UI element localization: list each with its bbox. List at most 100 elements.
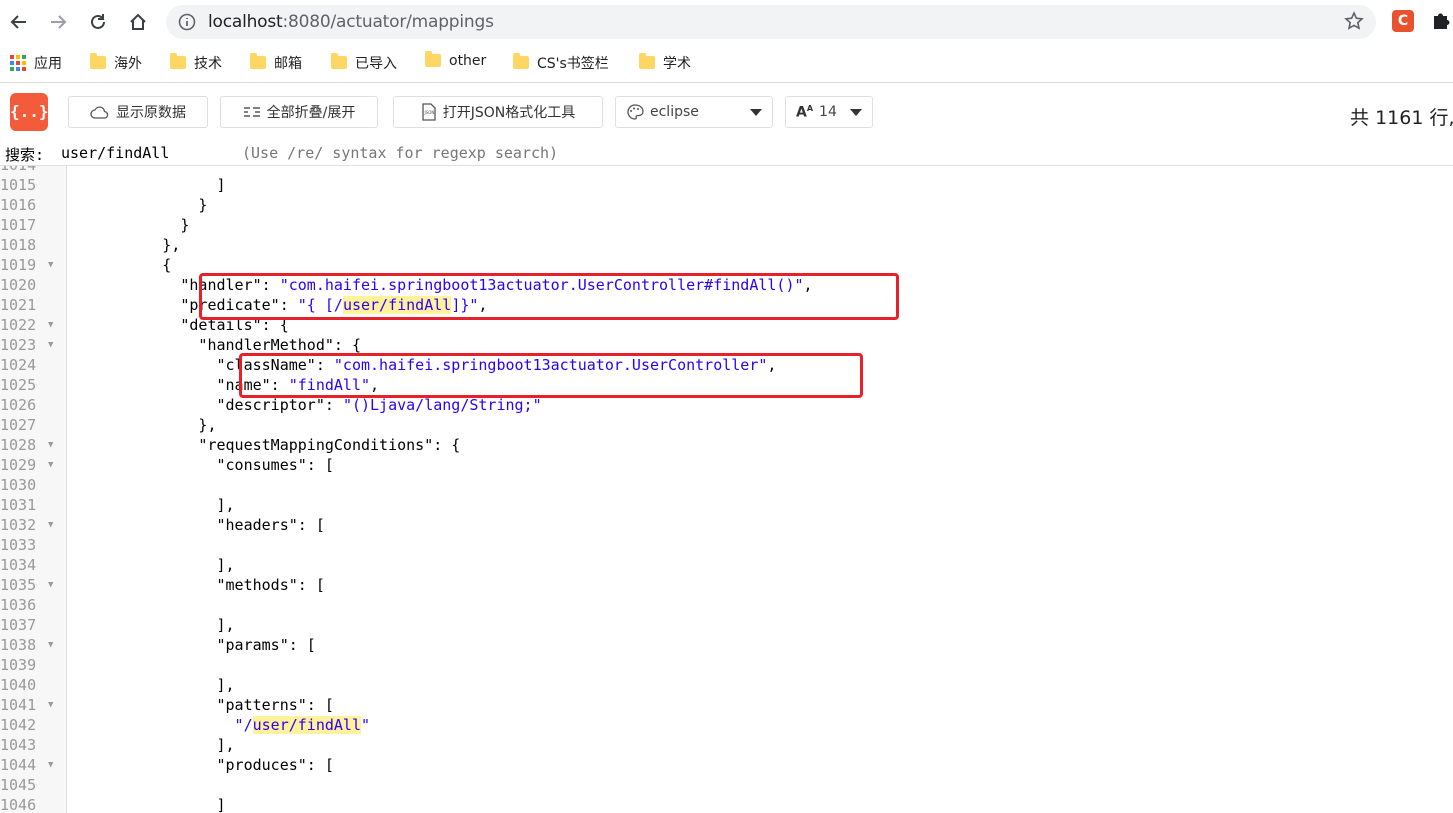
- fold-toggle-icon[interactable]: ▼: [48, 695, 53, 715]
- line-number: 1031: [0, 496, 37, 514]
- code-text: ],: [72, 495, 234, 515]
- code-line: 1033: [0, 535, 1453, 555]
- extensions-puzzle-icon[interactable]: [1430, 10, 1452, 32]
- dropdown-caret-icon: [750, 108, 762, 116]
- forward-button[interactable]: [44, 8, 72, 36]
- json-token: ,: [478, 296, 488, 314]
- code-line: 1024 "className": "com.haifei.springboot…: [0, 355, 1453, 375]
- line-number: 1045: [0, 776, 37, 794]
- fold-toggle-icon[interactable]: ▼: [48, 515, 53, 535]
- fold-toggle-icon[interactable]: ▼: [48, 575, 53, 595]
- json-token: "methods": [: [72, 576, 325, 594]
- line-number: 1029: [0, 456, 37, 474]
- line-number: 1046: [0, 796, 37, 813]
- json-string: "com.haifei.springboot13actuator.UserCon…: [333, 356, 768, 374]
- bookmark-folder[interactable]: CS's书签栏: [513, 52, 609, 73]
- json-token: ]: [72, 176, 226, 194]
- fold-toggle-icon[interactable]: ▼: [48, 335, 53, 355]
- line-number: 1017: [0, 216, 37, 234]
- code-line: 1030: [0, 475, 1453, 495]
- code-text: "className": "com.haifei.springboot13act…: [72, 355, 776, 375]
- fold-toggle-icon[interactable]: ▼: [48, 435, 53, 455]
- bookmark-folder[interactable]: 技术: [170, 52, 222, 73]
- bookmark-folder[interactable]: 邮箱: [250, 52, 302, 73]
- line-number: 1039: [0, 656, 37, 674]
- bookmark-folder[interactable]: other: [425, 50, 487, 69]
- code-line: 1044 ▼ "produces": [: [0, 755, 1453, 775]
- home-button[interactable]: [124, 8, 152, 36]
- fold-all-button[interactable]: 全部折叠/展开: [220, 96, 378, 128]
- address-bar[interactable]: localhost:8080/actuator/mappings: [166, 5, 1376, 39]
- code-line: 1016 }: [0, 195, 1453, 215]
- line-number: 1016: [0, 196, 37, 214]
- code-line: 1018 },: [0, 235, 1453, 255]
- json-token: }: [72, 216, 190, 234]
- code-text: "requestMappingConditions": {: [72, 435, 460, 455]
- theme-value: eclipse: [650, 104, 699, 120]
- fold-toggle-icon[interactable]: ▼: [48, 635, 53, 655]
- show-raw-button[interactable]: 显示原数据: [68, 96, 208, 128]
- bookmark-label: other: [449, 53, 487, 69]
- theme-select[interactable]: eclipse: [615, 96, 773, 128]
- bookmark-label: 学术: [663, 56, 691, 72]
- fold-toggle-icon[interactable]: ▼: [48, 455, 53, 475]
- line-number: 1023: [0, 336, 37, 354]
- search-hint: (Use /re/ syntax for regexp search): [242, 144, 559, 162]
- url-text[interactable]: localhost:8080/actuator/mappings: [208, 12, 494, 32]
- font-size-value: 14: [819, 104, 837, 120]
- code-text: "descriptor": "()Ljava/lang/String;": [72, 395, 541, 415]
- json-format-tool-button[interactable]: JSON 打开JSON格式化工具: [393, 96, 603, 128]
- bookmark-label: CS's书签栏: [537, 56, 609, 72]
- json-token: "predicate":: [72, 296, 298, 314]
- bookmark-apps[interactable]: 应用: [10, 53, 62, 73]
- line-number: 1038: [0, 636, 37, 654]
- line-number: 1019: [0, 256, 37, 274]
- fold-toggle-icon[interactable]: ▼: [48, 255, 53, 275]
- bookmarks-bar: 应用 海外 技术 邮箱 已导入 other CS's书签栏 学术: [0, 44, 1453, 83]
- code-line: 1038 ▼ "params": [: [0, 635, 1453, 655]
- json-token: },: [72, 416, 217, 434]
- bookmark-folder[interactable]: 已导入: [331, 52, 397, 73]
- code-text: ],: [72, 615, 234, 635]
- json-token: "handler":: [72, 276, 280, 294]
- back-button[interactable]: [5, 8, 33, 36]
- csdn-extension-icon[interactable]: C: [1392, 10, 1414, 32]
- reload-button[interactable]: [84, 8, 112, 36]
- code-text: "params": [: [72, 635, 315, 655]
- bookmark-folder[interactable]: 海外: [90, 52, 142, 73]
- search-input[interactable]: user/findAll: [61, 144, 169, 162]
- line-number: 1041: [0, 696, 37, 714]
- bookmark-folder[interactable]: 学术: [639, 52, 691, 73]
- json-editor[interactable]: 1014 1015 ] 1016 } 1017 } 1018 }, 1019 ▼ {1020…: [0, 165, 1453, 813]
- line-number: 1025: [0, 376, 37, 394]
- line-count-suffix: 行,: [1429, 107, 1453, 129]
- code-line: 1028 ▼ "requestMappingConditions": {: [0, 435, 1453, 455]
- code-text: "headers": [: [72, 515, 324, 535]
- line-number: 1044: [0, 756, 37, 774]
- font-size-select[interactable]: AA 14: [785, 96, 873, 128]
- code-line: 1017 }: [0, 215, 1453, 235]
- site-info-icon[interactable]: [178, 13, 196, 36]
- folder-icon: [250, 52, 266, 69]
- code-line: 1040 ],: [0, 675, 1453, 695]
- json-token: "descriptor":: [72, 396, 343, 414]
- code-line: 1042 "/user/findAll": [0, 715, 1453, 735]
- json-token: ],: [72, 556, 235, 574]
- code-line: 1043 ],: [0, 735, 1453, 755]
- code-line: 1022 ▼ "details": {: [0, 315, 1453, 335]
- code-line: 1014: [0, 166, 1453, 175]
- bookmark-star-icon[interactable]: [1344, 11, 1364, 36]
- code-line: 1037 ],: [0, 615, 1453, 635]
- dropdown-caret-icon: [850, 108, 862, 116]
- json-token: }: [72, 196, 208, 214]
- json-token: "requestMappingConditions": {: [72, 436, 461, 454]
- fold-toggle-icon[interactable]: ▼: [48, 755, 53, 775]
- code-line: 1041 ▼ "patterns": [: [0, 695, 1453, 715]
- palette-icon: [627, 104, 644, 120]
- line-number: 1032: [0, 516, 37, 534]
- line-number: 1020: [0, 276, 37, 294]
- code-text: "predicate": "{ [/user/findAll]}",: [72, 295, 487, 315]
- code-line: 1021 "predicate": "{ [/user/findAll]}",: [0, 295, 1453, 315]
- fold-toggle-icon[interactable]: ▼: [48, 315, 53, 335]
- bookmark-label: 已导入: [355, 56, 397, 72]
